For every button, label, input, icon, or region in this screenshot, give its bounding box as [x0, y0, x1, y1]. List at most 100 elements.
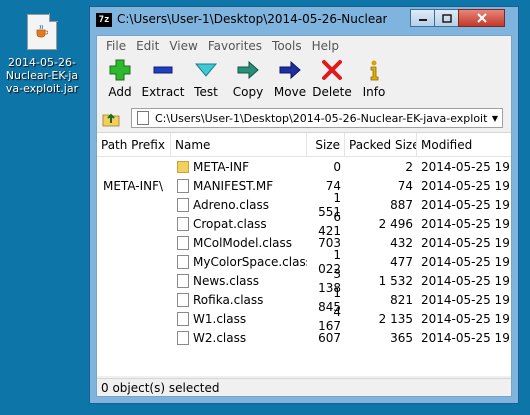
cell-size: 607	[318, 330, 341, 345]
cell-packed-size: 2	[405, 159, 413, 174]
menu-file[interactable]: File	[101, 39, 131, 53]
cell-name: MColModel.class	[171, 235, 307, 250]
file-list[interactable]: Path Prefix Name Size Packed Size Modifi…	[97, 132, 511, 376]
cell-packed-size: 821	[390, 292, 413, 307]
cell-packed-size: 432	[390, 235, 413, 250]
file-name: W2.class	[193, 330, 247, 345]
cell-modified: 2014-05-25 19:47	[421, 178, 511, 193]
desktop-file-icon[interactable]: 2014-05-26-Nuclear-EK-java-exploit.jar	[4, 13, 80, 95]
column-header-modified[interactable]: Modified	[417, 133, 511, 156]
menu-tools[interactable]: Tools	[267, 39, 307, 53]
test-button[interactable]: Test	[185, 56, 227, 106]
minimize-icon	[418, 19, 427, 21]
column-header-size[interactable]: Size	[307, 133, 345, 156]
minus-icon	[153, 66, 173, 74]
info-label: Info	[362, 85, 386, 99]
file-icon	[177, 273, 189, 288]
cell-modified: 2014-05-25 19:47	[421, 311, 511, 326]
cell-name: Cropat.class	[171, 216, 307, 231]
cell-packed-size: 887	[390, 197, 413, 212]
list-rows: META-INF 0 2 2014-05-25 19:47 META-INF\ MANIF…	[97, 157, 511, 347]
file-name: MyColorSpace.class	[193, 254, 307, 269]
menu-help[interactable]: Help	[307, 39, 344, 53]
cell-packed-size: 365	[390, 330, 413, 345]
table-row[interactable]: Adreno.class1 5518872014-05-25 19:47	[97, 191, 511, 219]
cell-packed-size: 74	[397, 178, 413, 193]
file-icon	[177, 330, 189, 345]
cell-packed-size: 2 496	[378, 216, 413, 231]
cell-modified: 2014-05-25 19:47	[421, 273, 511, 288]
toolbar: Add Extract Test Copy Move Delete Info	[97, 56, 511, 106]
cell-size: 4 167	[318, 304, 341, 333]
file-icon	[177, 292, 189, 307]
move-button[interactable]: Move	[269, 56, 311, 106]
cell-name: W2.class	[171, 330, 307, 345]
menu-bar: File Edit View Favorites Tools Help	[97, 36, 511, 56]
close-icon	[476, 13, 487, 23]
table-row[interactable]: META-INF\MANIFEST.MF74742014-05-25 19:47	[97, 176, 511, 195]
table-row[interactable]: Rofika.class1 8458212014-05-25 19:47	[97, 286, 511, 314]
desktop-file-label: 2014-05-26-Nuclear-EK-java-exploit.jar	[5, 56, 79, 95]
table-row[interactable]: MColModel.class7034322014-05-25 19:47	[97, 233, 511, 252]
test-label: Test	[194, 85, 218, 99]
window-client-area: File Edit View Favorites Tools Help Add …	[96, 35, 512, 397]
archive-window: 7z C:\Users\User-1\Desktop\2014-05-26-Nu…	[89, 6, 519, 404]
cell-modified: 2014-05-25 19:47	[421, 197, 511, 212]
list-header: Path Prefix Name Size Packed Size Modifi…	[97, 133, 511, 157]
cell-packed-size: 2 135	[378, 311, 413, 326]
copy-label: Copy	[232, 85, 264, 99]
table-row[interactable]: News.class3 1381 5322014-05-25 19:47	[97, 267, 511, 295]
file-name: Rofika.class	[193, 292, 264, 307]
delete-button[interactable]: Delete	[311, 56, 353, 106]
table-row[interactable]: W1.class 4 167 2 135 2014-05-25 19:47	[97, 305, 511, 333]
file-icon	[177, 197, 189, 212]
table-row[interactable]: MyColorSpace.class1 0224772014-05-25 19:…	[97, 248, 511, 276]
table-row[interactable]: META-INF 0 2 2014-05-25 19:47	[97, 157, 511, 176]
file-icon	[177, 178, 189, 193]
table-row[interactable]: W2.class 607 365 2014-05-25 19:47	[97, 328, 511, 347]
file-icon	[177, 235, 189, 250]
add-button[interactable]: Add	[99, 56, 141, 106]
file-name: News.class	[193, 273, 260, 288]
path-bar: C:\Users\User-1\Desktop\2014-05-26-Nucle…	[97, 106, 511, 130]
add-label: Add	[108, 85, 132, 99]
cell-modified: 2014-05-25 19:47	[421, 254, 511, 269]
file-name: Cropat.class	[193, 216, 267, 231]
copy-button[interactable]: Copy	[227, 56, 269, 106]
cell-name: Adreno.class	[171, 197, 307, 212]
cell-packed-size: 477	[390, 254, 413, 269]
folder-icon	[177, 160, 189, 173]
path-text: C:\Users\User-1\Desktop\2014-05-26-Nucle…	[155, 111, 488, 125]
maximize-button[interactable]	[434, 9, 459, 27]
file-icon	[137, 111, 149, 125]
cell-modified: 2014-05-25 19:47	[421, 292, 511, 307]
column-header-name[interactable]: Name	[171, 133, 307, 156]
extract-button[interactable]: Extract	[141, 56, 185, 106]
table-row[interactable]: Cropat.class 6 421 2 496 2014-05-25 19:47	[97, 210, 511, 238]
path-combobox[interactable]: C:\Users\User-1\Desktop\2014-05-26-Nucle…	[131, 108, 503, 128]
folder-up-icon	[102, 113, 120, 127]
title-bar[interactable]: 7z C:\Users\User-1\Desktop\2014-05-26-Nu…	[90, 7, 518, 33]
minimize-button[interactable]	[410, 9, 435, 27]
info-button[interactable]: Info	[353, 56, 395, 106]
close-button[interactable]	[458, 9, 505, 27]
up-folder-button[interactable]	[101, 108, 121, 128]
delete-x-icon	[322, 60, 342, 80]
info-icon	[370, 60, 379, 81]
cell-name: Rofika.class	[171, 292, 307, 307]
file-name: W1.class	[193, 311, 247, 326]
menu-favorites[interactable]: Favorites	[203, 39, 267, 53]
file-name: MColModel.class	[193, 235, 293, 250]
file-name: Adreno.class	[193, 197, 270, 212]
file-icon	[177, 254, 189, 269]
cell-size: 0	[333, 159, 341, 174]
cell-modified: 2014-05-25 19:47	[421, 216, 511, 231]
cell-name: News.class	[171, 273, 307, 288]
cell-path-prefix: META-INF\	[103, 178, 164, 193]
menu-view[interactable]: View	[164, 39, 202, 53]
column-header-path-prefix[interactable]: Path Prefix	[97, 133, 171, 156]
column-header-packed-size[interactable]: Packed Size	[345, 133, 417, 156]
cell-size: 6 421	[318, 209, 341, 238]
menu-edit[interactable]: Edit	[131, 39, 164, 53]
chevron-down-icon[interactable]: ▼	[488, 114, 502, 123]
